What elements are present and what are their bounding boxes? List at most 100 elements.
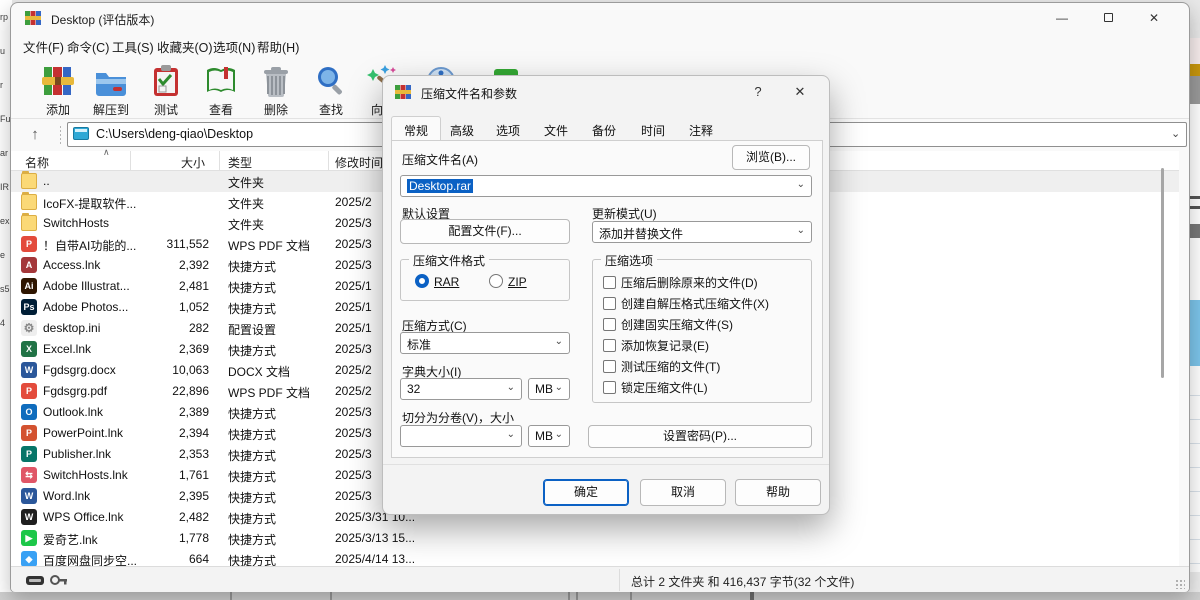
test-archive-icon xyxy=(148,63,184,99)
volume-unit-combobox[interactable]: MB ⌄ xyxy=(528,425,570,447)
dialog-tabs: 常规高级选项文件备份时间注释 xyxy=(391,116,823,141)
winrar-logo-icon xyxy=(395,84,412,100)
dialog-tab-文件[interactable]: 文件 xyxy=(531,116,581,141)
toolbar-button-添加[interactable]: 添加 xyxy=(30,63,86,118)
chevron-down-icon[interactable]: ⌄ xyxy=(555,336,563,347)
dialog-help-button[interactable]: ? xyxy=(745,84,771,99)
sh-file-icon: ⇆ xyxy=(21,467,37,483)
archive-name-combobox[interactable]: Desktop.rar ⌄ xyxy=(400,175,812,197)
volume-label: 切分为分卷(V)，大小 xyxy=(402,409,514,426)
wpspdf-file-icon: P xyxy=(21,236,37,252)
ps-file-icon: Ps xyxy=(21,299,37,315)
delete-icon xyxy=(258,63,294,99)
excel-file-icon: X xyxy=(21,341,37,357)
radio-zip[interactable] xyxy=(489,274,503,288)
column-header-size[interactable]: 大小 xyxy=(181,154,205,171)
background-bottom-strip xyxy=(0,592,1200,600)
dialog-tab-高级[interactable]: 高级 xyxy=(437,116,487,141)
chevron-down-icon[interactable]: ⌄ xyxy=(797,179,805,190)
resize-grip[interactable] xyxy=(1175,579,1185,589)
vertical-scrollbar[interactable] xyxy=(1161,168,1164,378)
dialog-tab-时间[interactable]: 时间 xyxy=(628,116,678,141)
archive-name-label: 压缩文件名(A) xyxy=(402,151,478,168)
dialog-footer-separator xyxy=(383,464,829,465)
ok-button[interactable]: 确定 xyxy=(543,479,629,506)
checkbox-option-3[interactable]: 添加恢复记录(E) xyxy=(603,337,709,354)
checkbox-icon[interactable] xyxy=(603,381,616,394)
toolbar-button-删除[interactable]: 删除 xyxy=(248,63,304,118)
column-header-modified[interactable]: 修改时间 xyxy=(335,154,383,171)
checkbox-icon[interactable] xyxy=(603,318,616,331)
chevron-down-icon[interactable]: ⌄ xyxy=(555,429,563,440)
chevron-down-icon[interactable]: ⌄ xyxy=(797,225,805,236)
gear-file-icon: ⚙ xyxy=(21,320,37,336)
folder-file-icon xyxy=(21,194,37,210)
toolbar-button-查看[interactable]: 查看 xyxy=(193,63,249,118)
dict-size-value: 32 xyxy=(407,382,420,396)
window-title: Desktop (评估版本) xyxy=(51,11,154,28)
dialog-close-button[interactable]: ✕ xyxy=(787,84,813,100)
menu-bar: 文件(F)命令(C)工具(S)收藏夹(O)选项(N)帮助(H) xyxy=(11,33,1189,55)
checkbox-icon[interactable] xyxy=(603,297,616,310)
checkbox-icon[interactable] xyxy=(603,360,616,373)
view-file-icon xyxy=(203,63,239,99)
dialog-tab-备份[interactable]: 备份 xyxy=(579,116,629,141)
toolbar-grip[interactable] xyxy=(59,125,62,145)
toolbar-button-解压到[interactable]: 解压到 xyxy=(83,63,139,118)
close-button[interactable]: ✕ xyxy=(1131,3,1177,33)
title-bar[interactable]: Desktop (评估版本) — ✕ xyxy=(11,3,1189,33)
up-folder-button[interactable]: ↑ xyxy=(23,123,47,147)
toolbar-button-查找[interactable]: 查找 xyxy=(303,63,359,118)
checkbox-option-2[interactable]: 创建固实压缩文件(S) xyxy=(603,316,733,333)
checkbox-option-0[interactable]: 压缩后删除原来的文件(D) xyxy=(603,274,758,291)
checkbox-option-5[interactable]: 锁定压缩文件(L) xyxy=(603,379,708,396)
help-button[interactable]: 帮助 xyxy=(735,479,821,506)
radio-rar[interactable] xyxy=(415,274,429,288)
word-file-icon: W xyxy=(21,488,37,504)
method-combobox[interactable]: 标准 ⌄ xyxy=(400,332,570,354)
chevron-down-icon[interactable]: ⌄ xyxy=(507,382,515,393)
tab-page-general: 压缩文件名(A) 浏览(B)... Desktop.rar ⌄ 默认设置 配置文… xyxy=(391,140,823,458)
add-archive-icon xyxy=(40,63,76,99)
outlook-file-icon: O xyxy=(21,404,37,420)
checkbox-icon[interactable] xyxy=(603,339,616,352)
folder-file-icon xyxy=(21,215,37,231)
address-dropdown-chevron[interactable]: ⌄ xyxy=(1171,127,1180,140)
profiles-button[interactable]: 配置文件(F)... xyxy=(400,219,570,244)
browse-button[interactable]: 浏览(B)... xyxy=(732,145,810,170)
checkbox-icon[interactable] xyxy=(603,276,616,289)
checkbox-option-1[interactable]: 创建自解压格式压缩文件(X) xyxy=(603,295,769,312)
minimize-button[interactable]: — xyxy=(1039,3,1085,33)
maximize-glyph xyxy=(1104,13,1113,22)
column-header-type[interactable]: 类型 xyxy=(228,154,252,171)
column-header-name[interactable]: 名称 xyxy=(25,154,49,171)
wpspdf-file-icon: P xyxy=(21,383,37,399)
dialog-title-bar[interactable]: 压缩文件名和参数 ? ✕ xyxy=(383,76,829,108)
cancel-button[interactable]: 取消 xyxy=(640,479,726,506)
dialog-tab-注释[interactable]: 注释 xyxy=(676,116,726,141)
dict-unit-combobox[interactable]: MB ⌄ xyxy=(528,378,570,400)
ppt-file-icon: P xyxy=(21,425,37,441)
checkbox-option-4[interactable]: 测试压缩的文件(T) xyxy=(603,358,720,375)
word-file-icon: W xyxy=(21,362,37,378)
dialog-title: 压缩文件名和参数 xyxy=(421,85,517,102)
chevron-down-icon[interactable]: ⌄ xyxy=(507,429,515,440)
dict-unit-value: MB xyxy=(535,382,553,396)
dialog-tab-常规[interactable]: 常规 xyxy=(391,116,441,141)
chevron-down-icon[interactable]: ⌄ xyxy=(555,382,563,393)
update-mode-combobox[interactable]: 添加并替换文件 ⌄ xyxy=(592,221,812,243)
maximize-button[interactable] xyxy=(1085,3,1131,33)
archive-name-value: Desktop.rar xyxy=(407,179,473,193)
baidu-file-icon: ◆ xyxy=(21,551,37,567)
dict-size-combobox[interactable]: 32 ⌄ xyxy=(400,378,522,400)
method-value: 标准 xyxy=(407,336,431,353)
extract-to-icon xyxy=(93,63,129,99)
volume-combobox[interactable]: ⌄ xyxy=(400,425,522,447)
status-bar: 总计 2 文件夹 和 416,437 字节(32 个文件) xyxy=(11,566,1189,592)
dialog-tab-选项[interactable]: 选项 xyxy=(483,116,533,141)
file-row-百度网盘同步空...[interactable]: ◆百度网盘同步空...664快捷方式2025/4/14 13... xyxy=(11,549,1179,567)
toolbar-button-测试[interactable]: 测试 xyxy=(138,63,194,118)
set-password-button[interactable]: 设置密码(P)... xyxy=(588,425,812,448)
file-row-爱奇艺.lnk[interactable]: ▶爱奇艺.lnk1,778快捷方式2025/3/13 15... xyxy=(11,528,1179,549)
winrar-logo-icon xyxy=(25,10,42,26)
